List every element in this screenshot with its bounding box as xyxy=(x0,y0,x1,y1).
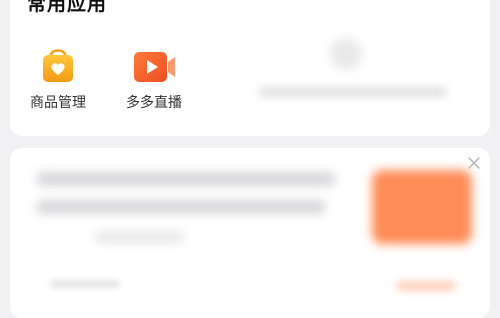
blurred-banner-text xyxy=(24,166,354,242)
promo-banner-card[interactable] xyxy=(10,148,490,318)
app-product-management[interactable]: 商品管理 xyxy=(13,44,103,116)
blurred-action-button[interactable] xyxy=(372,170,472,244)
section-title: 常用应用 xyxy=(27,0,108,15)
blurred-footer-text xyxy=(50,280,120,288)
blurred-text-line xyxy=(36,200,326,214)
blurred-app-item[interactable] xyxy=(250,32,450,112)
blurred-text-line xyxy=(94,232,184,242)
shopping-bag-icon xyxy=(36,44,80,88)
blurred-app-label xyxy=(258,86,448,98)
app-label: 商品管理 xyxy=(30,95,86,111)
blurred-action-hint xyxy=(396,281,456,291)
blurred-app-icon xyxy=(330,38,362,70)
app-live-stream[interactable]: 多多直播 xyxy=(109,44,199,116)
common-apps-card: 常用应用 商品管理 多多直播 xyxy=(10,0,490,136)
close-icon[interactable] xyxy=(468,154,480,169)
live-video-icon xyxy=(132,44,176,88)
app-label: 多多直播 xyxy=(126,95,182,111)
blurred-text-line xyxy=(36,172,336,186)
